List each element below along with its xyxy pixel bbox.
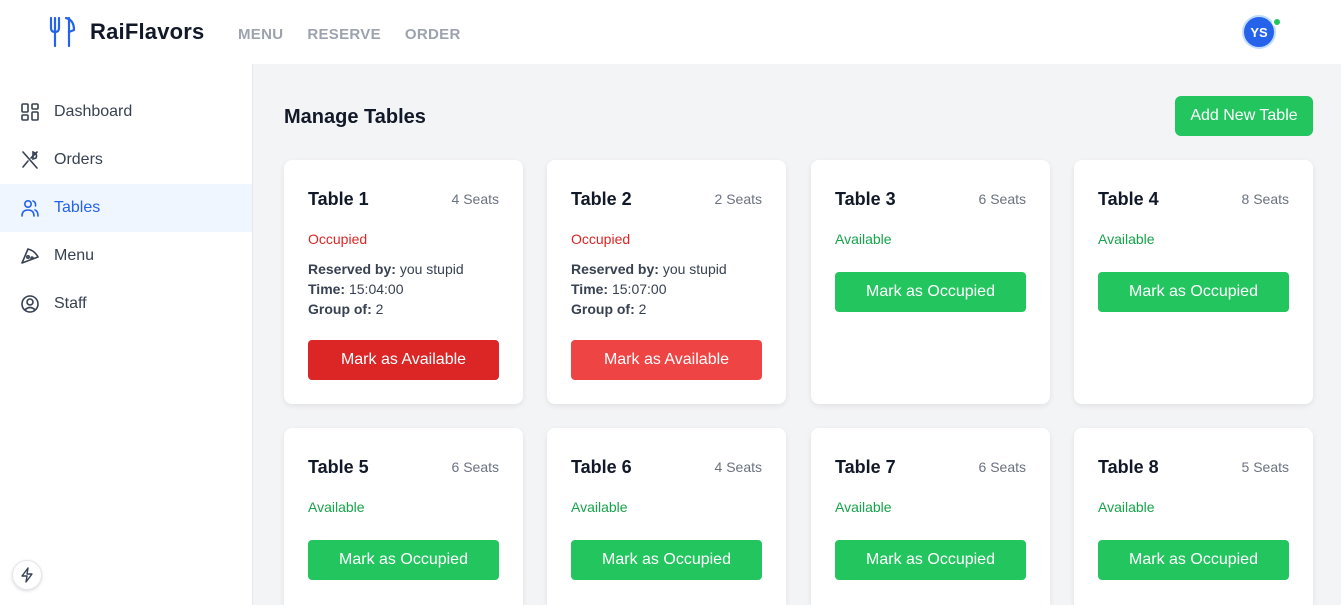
- mark-occupied-button[interactable]: Mark as Occupied: [571, 540, 762, 580]
- online-status-dot: [1272, 17, 1282, 27]
- table-card-8: Table 8 5 Seats Available Mark as Occupi…: [1074, 428, 1313, 605]
- table-name: Table 3: [835, 189, 896, 209]
- time-label: Time:: [308, 281, 346, 297]
- table-status: Available: [308, 499, 365, 515]
- bolt-icon: [21, 567, 33, 583]
- table-name: Table 8: [1098, 457, 1159, 477]
- sidebar-item-dashboard[interactable]: Dashboard: [0, 88, 252, 136]
- nav-order[interactable]: ORDER: [405, 26, 461, 43]
- table-name: Table 2: [571, 189, 632, 209]
- brand-name: RaiFlavors: [90, 19, 205, 44]
- sidebar-item-label: Orders: [54, 151, 103, 168]
- table-name: Table 1: [308, 189, 369, 209]
- table-status: Available: [835, 499, 892, 515]
- reserved-by-value: you stupid: [399, 261, 464, 277]
- table-status: Available: [1098, 499, 1155, 515]
- table-card-7: Table 7 6 Seats Available Mark as Occupi…: [811, 428, 1050, 605]
- avatar[interactable]: YS: [1242, 15, 1276, 49]
- table-status: Occupied: [308, 231, 368, 247]
- mark-available-button[interactable]: Mark as Available: [308, 340, 499, 380]
- user-circle-icon: [21, 295, 39, 313]
- group-label: Group of:: [571, 301, 635, 317]
- nav-menu[interactable]: MENU: [238, 26, 283, 43]
- sidebar-item-label: Staff: [54, 295, 87, 312]
- group-value: 2: [375, 301, 384, 317]
- table-card-1: Table 1 4 Seats Occupied Reserved by: yo…: [284, 160, 523, 404]
- mark-occupied-button[interactable]: Mark as Occupied: [835, 540, 1026, 580]
- mark-occupied-button[interactable]: Mark as Occupied: [1098, 272, 1289, 312]
- table-seats: 4 Seats: [451, 191, 499, 207]
- sidebar-item-staff[interactable]: Staff: [0, 280, 252, 328]
- time-value: 15:04:00: [348, 281, 404, 297]
- add-table-button[interactable]: Add New Table: [1175, 96, 1313, 136]
- table-status: Available: [1098, 231, 1155, 247]
- table-status: Available: [571, 499, 628, 515]
- sidebar-item-tables[interactable]: Tables: [0, 184, 252, 232]
- time-value: 15:07:00: [611, 281, 667, 297]
- table-name: Table 5: [308, 457, 369, 477]
- dashboard-icon: [21, 103, 39, 121]
- time-label: Time:: [571, 281, 609, 297]
- mark-occupied-button[interactable]: Mark as Occupied: [1098, 540, 1289, 580]
- mark-occupied-button[interactable]: Mark as Occupied: [835, 272, 1026, 312]
- sidebar-item-label: Tables: [54, 199, 101, 216]
- table-seats: 8 Seats: [1241, 191, 1289, 207]
- page-title: Manage Tables: [284, 106, 426, 128]
- sidebar-item-orders[interactable]: Orders: [0, 136, 252, 184]
- table-card-5: Table 5 6 Seats Available Mark as Occupi…: [284, 428, 523, 605]
- reservation-details: Reserved by: you stupid Time: 15:07:00 G…: [571, 259, 727, 319]
- table-name: Table 4: [1098, 189, 1159, 209]
- table-seats: 6 Seats: [978, 191, 1026, 207]
- users-icon: [21, 199, 39, 217]
- group-value: 2: [638, 301, 647, 317]
- table-seats: 2 Seats: [714, 191, 762, 207]
- reservation-details: Reserved by: you stupid Time: 15:04:00 G…: [308, 259, 464, 319]
- reserved-by-label: Reserved by:: [571, 261, 659, 277]
- sidebar-item-menu[interactable]: Menu: [0, 232, 252, 280]
- table-seats: 4 Seats: [714, 459, 762, 475]
- table-seats: 6 Seats: [451, 459, 499, 475]
- top-nav: MENU RESERVE ORDER: [238, 26, 461, 43]
- top-header: RaiFlavors MENU RESERVE ORDER YS: [0, 0, 1341, 64]
- logo[interactable]: RaiFlavors: [48, 16, 205, 48]
- table-card-3: Table 3 6 Seats Available Mark as Occupi…: [811, 160, 1050, 404]
- table-card-2: Table 2 2 Seats Occupied Reserved by: yo…: [547, 160, 786, 404]
- sidebar-item-label: Dashboard: [54, 103, 133, 120]
- pizza-icon: [21, 248, 39, 264]
- table-name: Table 6: [571, 457, 632, 477]
- fork-knife-icon: [49, 16, 76, 48]
- group-label: Group of:: [308, 301, 372, 317]
- nav-reserve[interactable]: RESERVE: [307, 26, 381, 43]
- table-name: Table 7: [835, 457, 896, 477]
- sidebar: Dashboard Orders Tables Menu Staff: [0, 64, 253, 605]
- table-status: Occupied: [571, 231, 631, 247]
- reserved-by-value: you stupid: [662, 261, 727, 277]
- utensils-icon: [22, 150, 38, 169]
- table-status: Available: [835, 231, 892, 247]
- sidebar-item-label: Menu: [54, 247, 95, 264]
- table-seats: 6 Seats: [978, 459, 1026, 475]
- mark-occupied-button[interactable]: Mark as Occupied: [308, 540, 499, 580]
- reserved-by-label: Reserved by:: [308, 261, 396, 277]
- table-card-4: Table 4 8 Seats Available Mark as Occupi…: [1074, 160, 1313, 404]
- table-card-6: Table 6 4 Seats Available Mark as Occupi…: [547, 428, 786, 605]
- table-seats: 5 Seats: [1241, 459, 1289, 475]
- mark-available-button[interactable]: Mark as Available: [571, 340, 762, 380]
- bolt-button[interactable]: [12, 560, 42, 590]
